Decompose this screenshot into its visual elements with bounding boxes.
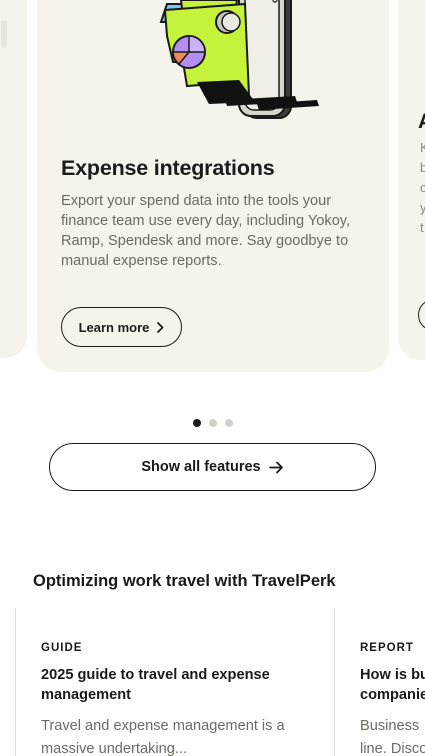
next-card-text-fragment: c <box>420 180 425 195</box>
article-description: Travel and expense management is a massi… <box>41 718 285 756</box>
show-all-features-button[interactable]: Show all features <box>49 443 376 491</box>
next-card-text-fragment: b <box>420 160 425 175</box>
feature-description: Export your spend data into the tools yo… <box>61 193 351 269</box>
next-card-text-fragment: K <box>420 140 425 155</box>
previous-card-fragment <box>1 20 7 48</box>
learn-more-label: Learn more <box>78 319 150 335</box>
learn-more-button[interactable]: Learn more <box>61 307 182 347</box>
previous-feature-card[interactable] <box>0 0 27 358</box>
feature-title: Expense integrations <box>61 156 275 180</box>
carousel-dot[interactable] <box>193 419 201 427</box>
article-description-line: Business <box>360 718 420 734</box>
next-card-learn-more-button[interactable] <box>418 299 425 331</box>
article-card[interactable]: REPORT How is bu companie Business line. … <box>334 608 425 756</box>
section-title: Optimizing work travel with TravelPerk <box>33 572 336 590</box>
article-description: Business line. Disco <box>360 715 425 756</box>
feature-carousel[interactable]: Expense integrations Export your spend d… <box>0 0 425 372</box>
article-title[interactable]: 2025 guide to travel and expense managem… <box>41 665 311 705</box>
arrow-right-icon <box>268 461 283 473</box>
article-title[interactable]: How is bu companie <box>360 665 425 705</box>
article-tag: REPORT <box>360 642 414 654</box>
next-card-text-fragment: y <box>420 200 425 215</box>
carousel-dot[interactable] <box>225 419 233 427</box>
phone-cards-illustration <box>159 0 319 119</box>
show-all-label: Show all features <box>141 459 261 475</box>
article-card[interactable]: GUIDE 2025 guide to travel and expense m… <box>15 608 335 756</box>
articles-carousel[interactable]: GUIDE 2025 guide to travel and expense m… <box>0 608 425 756</box>
feature-card: Expense integrations Export your spend d… <box>37 0 389 372</box>
carousel-pagination <box>193 419 233 427</box>
article-description-line: line. Disco <box>360 741 425 756</box>
article-tag: GUIDE <box>41 642 83 654</box>
next-card-text-fragment: t <box>420 220 424 235</box>
next-feature-card[interactable]: A K b c y t <box>398 0 425 360</box>
carousel-dot[interactable] <box>209 419 217 427</box>
chevron-right-icon <box>157 321 164 333</box>
next-card-title-fragment: A <box>418 110 425 134</box>
